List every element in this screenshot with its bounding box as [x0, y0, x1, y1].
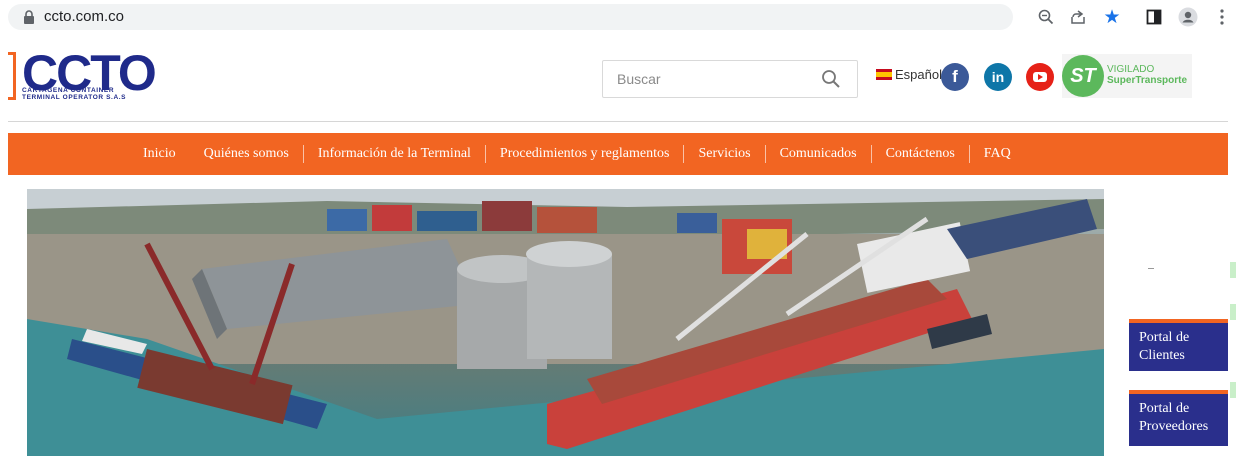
- nav-informacion-terminal[interactable]: Información de la Terminal: [304, 144, 485, 164]
- search-box: [602, 60, 858, 98]
- search-input[interactable]: [603, 61, 813, 97]
- menu-dots-icon[interactable]: [1212, 7, 1232, 27]
- vigilado-text: VIGILADO: [1107, 64, 1155, 75]
- logo-bracket: [8, 52, 16, 100]
- scroll-marker: [1230, 382, 1236, 398]
- scroll-marker: [1230, 262, 1236, 278]
- share-icon[interactable]: [1068, 7, 1088, 27]
- zoom-icon[interactable]: [1036, 7, 1056, 27]
- logo-subtitle: CARTAGENA CONTAINER TERMINAL OPERATOR S.…: [22, 87, 127, 101]
- search-icon[interactable]: [819, 67, 843, 91]
- nav-quienes-somos[interactable]: Quiénes somos: [190, 144, 303, 164]
- hero-port-image: [27, 189, 1104, 456]
- port-scene-illustration: [27, 189, 1104, 456]
- side-dash: [1148, 268, 1154, 269]
- main-nav: Inicio Quiénes somos Información de la T…: [8, 133, 1228, 175]
- side-panel-icon[interactable]: [1144, 7, 1164, 27]
- st-logo-icon: ST: [1062, 55, 1104, 97]
- language-label: Español: [895, 67, 942, 82]
- vigilado-supertransporte-badge[interactable]: ST VIGILADO SuperTransporte: [1062, 54, 1192, 98]
- nav-servicios[interactable]: Servicios: [684, 144, 764, 164]
- nav-faq[interactable]: FAQ: [970, 144, 1025, 164]
- profile-icon[interactable]: [1178, 7, 1198, 27]
- portal-clientes-button[interactable]: Portal de Clientes: [1129, 319, 1228, 371]
- nav-items: Inicio Quiénes somos Información de la T…: [129, 133, 1025, 175]
- header-divider: [8, 121, 1228, 122]
- facebook-icon[interactable]: f: [941, 63, 969, 91]
- lock-icon[interactable]: [20, 8, 38, 26]
- spain-flag-icon: [876, 69, 892, 80]
- ccto-logo[interactable]: CCTO CARTAGENA CONTAINER TERMINAL OPERAT…: [8, 45, 157, 106]
- youtube-icon[interactable]: [1026, 63, 1054, 91]
- nav-contactenos[interactable]: Contáctenos: [872, 144, 969, 164]
- url-text[interactable]: ccto.com.co: [44, 8, 124, 25]
- supertransporte-text: SuperTransporte: [1107, 75, 1188, 86]
- language-selector[interactable]: Español: [876, 67, 942, 82]
- nav-inicio[interactable]: Inicio: [129, 144, 190, 164]
- linkedin-icon[interactable]: in: [984, 63, 1012, 91]
- portal-proveedores-button[interactable]: Portal de Proveedores: [1129, 390, 1228, 446]
- nav-comunicados[interactable]: Comunicados: [766, 144, 871, 164]
- scroll-marker: [1230, 304, 1236, 320]
- address-bar[interactable]: [8, 4, 1013, 30]
- browser-toolbar: ccto.com.co ★: [0, 0, 1236, 34]
- nav-procedimientos[interactable]: Procedimientos y reglamentos: [486, 144, 684, 164]
- bookmark-star-icon[interactable]: ★: [1102, 7, 1122, 28]
